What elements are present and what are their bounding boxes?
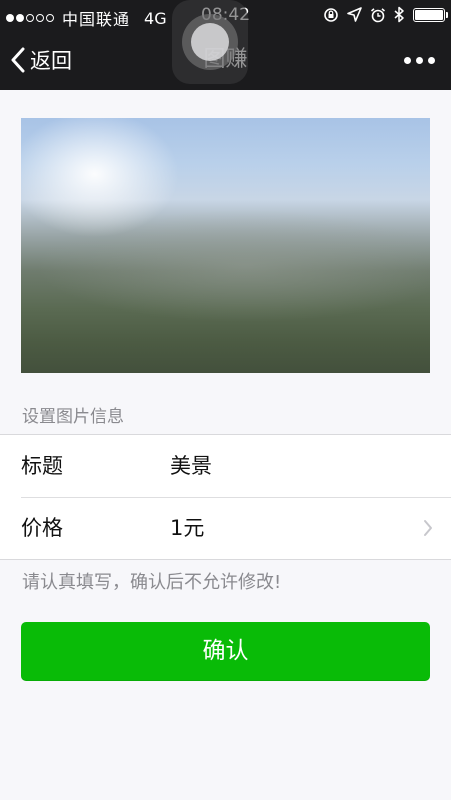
more-options-button[interactable] — [399, 30, 435, 90]
uploaded-photo — [21, 118, 430, 373]
rotation-lock-icon — [323, 7, 339, 23]
alarm-icon — [370, 7, 386, 23]
bluetooth-icon — [394, 6, 405, 23]
title-row[interactable]: 标题 美景 — [0, 435, 451, 498]
chevron-right-icon — [423, 519, 433, 537]
image-info-form: 标题 美景 价格 1元 — [0, 434, 451, 560]
status-right — [315, 6, 448, 23]
price-row[interactable]: 价格 1元 — [0, 497, 451, 559]
price-label: 价格 — [21, 516, 63, 540]
price-value[interactable]: 1元 — [170, 497, 204, 559]
confirm-button[interactable]: 确认 — [21, 622, 430, 681]
section-label: 设置图片信息 — [22, 407, 124, 427]
battery-icon — [413, 7, 448, 22]
location-arrow-icon — [347, 7, 362, 22]
title-label: 标题 — [21, 454, 63, 478]
more-dots-icon — [404, 56, 411, 64]
screen: 中国联通 4G 08:42 — [0, 0, 451, 800]
warning-note: 请认真填写，确认后不允许修改! — [22, 572, 282, 593]
assistive-touch-button[interactable] — [172, 0, 248, 84]
title-value[interactable]: 美景 — [170, 435, 212, 497]
